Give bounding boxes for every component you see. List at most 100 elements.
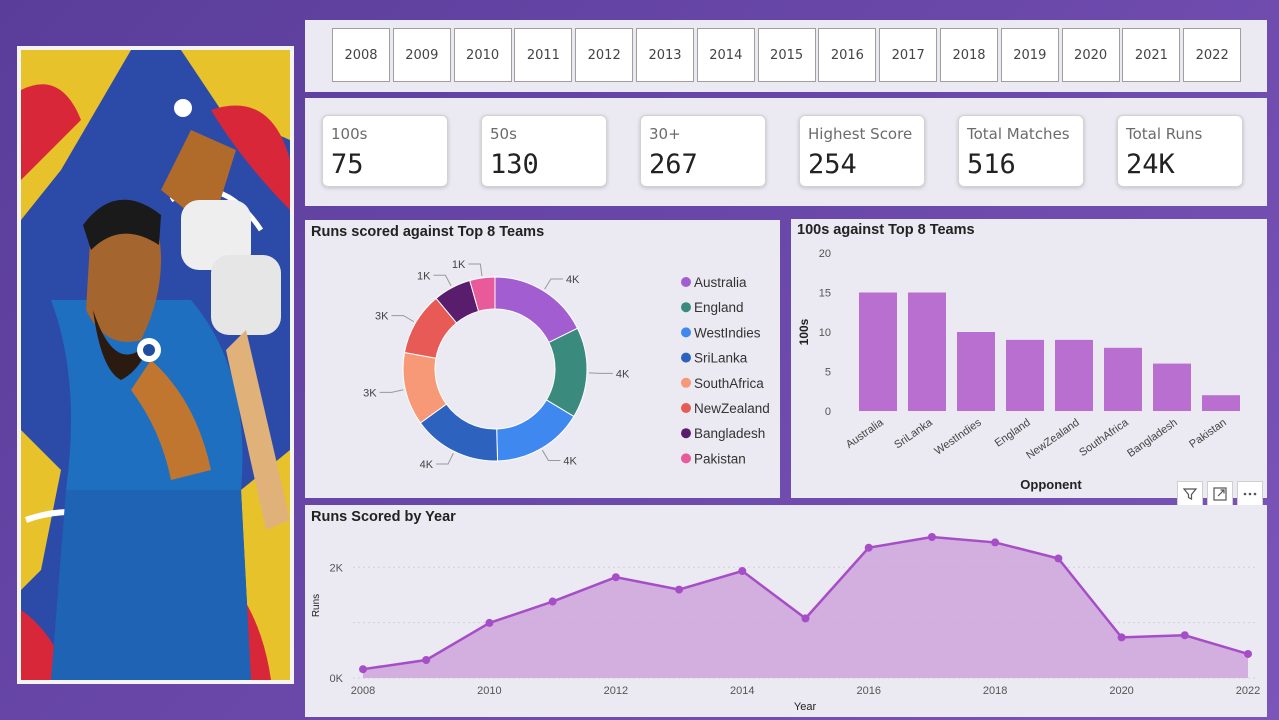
bar-pakistan xyxy=(1202,395,1240,411)
bar-srilanka xyxy=(908,292,946,411)
bar-newzealand xyxy=(1055,339,1093,411)
x-tick-label: 2016 xyxy=(856,685,880,697)
legend-label-newzealand: NewZealand xyxy=(694,401,770,416)
year-button-2008[interactable]: 2008 xyxy=(332,28,390,82)
runs-by-year-chart[interactable]: Runs Scored by Year 0K 2K Runs 2008 2010 2012… xyxy=(305,505,1267,717)
data-point-2019 xyxy=(1054,554,1063,563)
year-button-2019[interactable]: 2019 xyxy=(1000,28,1059,82)
data-point-2012 xyxy=(611,573,620,582)
year-button-2012[interactable]: 2012 xyxy=(575,28,634,82)
x-tick-label: NewZealand xyxy=(1024,417,1081,462)
year-slicer: 2008 2009 2010 2011 2012 2013 2014 2015 2016 2017… xyxy=(305,20,1267,92)
donut-data-label: 1K xyxy=(452,259,466,271)
x-tick-label: WestIndies xyxy=(932,416,984,457)
donut-leader-line xyxy=(433,274,452,287)
x-tick-label: 2018 xyxy=(983,685,1007,697)
kpi-label: Total Runs xyxy=(1126,125,1203,143)
data-point-2022 xyxy=(1244,649,1252,658)
x-axis-title: Year xyxy=(794,701,817,713)
bar-westindies xyxy=(957,332,995,411)
year-button-2011[interactable]: 2011 xyxy=(514,28,573,82)
y-tick-label: 0K xyxy=(330,673,344,685)
y-axis-title: Runs xyxy=(311,594,322,617)
donut-slice-westindies xyxy=(496,399,575,462)
y-tick-label: 10 xyxy=(819,327,831,339)
kpi-value: 75 xyxy=(331,149,364,180)
kpi-value: 24K xyxy=(1126,149,1175,180)
donut-data-label: 3K xyxy=(363,387,377,399)
y-tick-label: 15 xyxy=(819,288,831,300)
data-point-2009 xyxy=(422,656,431,665)
year-button-2017[interactable]: 2017 xyxy=(879,28,938,82)
x-tick-label: 2022 xyxy=(1236,685,1260,697)
x-tick-label: Bangladesh xyxy=(1125,417,1179,460)
data-point-2015 xyxy=(801,614,810,623)
legend-marker-srilanka xyxy=(681,352,691,363)
year-button-2013[interactable]: 2013 xyxy=(636,28,694,82)
x-tick-label: 2012 xyxy=(604,685,628,697)
kpi-row: 100s 75 50s 130 30+ 267 Highest Score 254 Total … xyxy=(305,98,1267,206)
centuries-by-team-chart[interactable]: 100s against Top 8 Teams 0 5 10 15 20 100s Aus… xyxy=(791,219,1267,498)
donut-data-label: 3K xyxy=(375,311,389,323)
legend-marker-england xyxy=(681,302,691,313)
legend-marker-westindies xyxy=(681,327,691,338)
x-tick-label: SouthAfrica xyxy=(1077,416,1131,459)
bar-england xyxy=(1006,339,1044,411)
x-tick-label: England xyxy=(993,417,1033,450)
x-tick-label: Australia xyxy=(844,416,887,451)
kpi-value: 254 xyxy=(808,149,857,180)
legend-label-southafrica: SouthAfrica xyxy=(694,376,764,391)
year-button-2020[interactable]: 2020 xyxy=(1061,28,1120,82)
runs-by-team-donut: 4K 4K 4K 4K 3K 3K 1K 1K Australia England WestIndi… xyxy=(363,259,770,471)
runs-by-year-area-plot: 0K 2K Runs 2008 2010 2012 2014 2016 2018 2020 2022… xyxy=(311,533,1260,713)
donut-data-label: 4K xyxy=(563,456,577,468)
year-button-2016[interactable]: 2016 xyxy=(818,28,877,82)
data-point-2018 xyxy=(991,538,1000,547)
kpi-card-30: 30+ 267 xyxy=(640,115,766,187)
legend-label-bangladesh: Bangladesh xyxy=(694,426,765,441)
x-tick-label: 2010 xyxy=(477,685,501,697)
more-options-icon[interactable] xyxy=(1237,481,1263,507)
runs-area-fill xyxy=(363,537,1248,678)
legend-label-srilanka: SriLanka xyxy=(694,351,748,366)
donut-leader-line xyxy=(391,315,415,323)
legend-label-westindies: WestIndies xyxy=(694,325,761,340)
player-illustration xyxy=(21,50,290,680)
kpi-value: 516 xyxy=(967,149,1016,180)
year-button-2022[interactable]: 2022 xyxy=(1183,28,1242,82)
kpi-card-50s: 50s 130 xyxy=(481,115,607,187)
donut-leader-line xyxy=(436,453,454,465)
donut-data-label: 1K xyxy=(417,270,431,282)
data-point-2021 xyxy=(1180,631,1189,640)
legend-marker-pakistan xyxy=(681,453,691,464)
data-point-2014 xyxy=(738,567,747,576)
year-button-2009[interactable]: 2009 xyxy=(392,28,451,82)
focus-mode-icon[interactable] xyxy=(1207,481,1233,507)
y-tick-label: 20 xyxy=(819,248,831,260)
bar-australia xyxy=(859,292,897,411)
legend-marker-australia xyxy=(681,277,691,287)
kpi-card-100s: 100s 75 xyxy=(322,115,448,187)
runs-by-team-chart[interactable]: Runs scored against Top 8 Teams 4K 4K 4K 4K… xyxy=(305,220,780,498)
year-button-2010[interactable]: 2010 xyxy=(453,28,512,82)
kpi-label: 100s xyxy=(331,125,368,143)
donut-leader-line xyxy=(468,263,483,276)
year-button-2018[interactable]: 2018 xyxy=(940,28,998,82)
y-tick-label: 5 xyxy=(825,367,831,379)
kpi-label: Total Matches xyxy=(967,125,1070,143)
data-point-2008 xyxy=(359,665,367,674)
kpi-value: 130 xyxy=(490,149,539,180)
legend-marker-southafrica xyxy=(681,377,691,388)
filter-icon[interactable] xyxy=(1177,481,1203,507)
donut-leader-line xyxy=(379,389,404,393)
data-point-2010 xyxy=(485,618,494,627)
y-tick-label: 0 xyxy=(825,406,831,418)
x-tick-label: 2014 xyxy=(730,685,754,697)
data-point-2017 xyxy=(927,533,936,542)
data-point-2020 xyxy=(1117,633,1126,642)
year-button-2021[interactable]: 2021 xyxy=(1122,28,1181,82)
year-button-2014[interactable]: 2014 xyxy=(696,28,755,82)
year-button-2015[interactable]: 2015 xyxy=(757,28,816,82)
data-point-2011 xyxy=(548,597,557,606)
kpi-card-total-runs: Total Runs 24K xyxy=(1117,115,1243,187)
